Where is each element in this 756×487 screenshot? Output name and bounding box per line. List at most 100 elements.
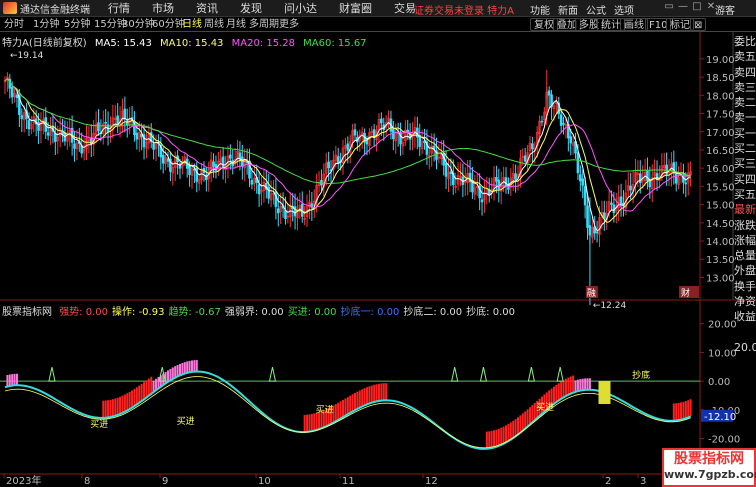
date-label: 9 — [162, 476, 168, 487]
candle-body — [674, 172, 678, 184]
candle-body — [46, 132, 50, 136]
candle-body — [257, 184, 261, 195]
strong-bar — [370, 385, 373, 403]
candle-body — [10, 86, 14, 98]
indicator-tick-label: 0.00 — [708, 377, 730, 388]
strong-bar — [303, 414, 306, 433]
strong-bar — [684, 401, 687, 419]
candle-body — [336, 156, 340, 164]
indicator-name[interactable]: 股票指标网 — [2, 307, 52, 318]
signal-label: 买进 — [177, 416, 195, 427]
strong-bar — [104, 400, 107, 418]
candle-body — [123, 108, 127, 120]
candle-body — [353, 129, 357, 136]
price-tick-label: 15.50 — [706, 182, 735, 193]
sidebar-item-10[interactable]: 买五 — [734, 187, 756, 202]
rising-bar — [588, 378, 591, 390]
rising-bar — [581, 378, 584, 391]
strong-bar — [524, 411, 527, 429]
sidebar-item-4[interactable]: 卖二 — [734, 95, 756, 110]
candle-body — [212, 161, 215, 167]
sidebar-item-19[interactable] — [734, 325, 756, 340]
date-label: 12 — [425, 476, 438, 487]
rising-bar — [15, 373, 18, 386]
low-annotation: ←12.24 — [593, 301, 627, 311]
margin-marker: 融 — [587, 288, 596, 299]
strong-bar — [308, 414, 311, 432]
strong-bar — [680, 402, 683, 420]
strong-bar — [361, 389, 364, 407]
strong-bar — [495, 429, 498, 447]
price-tick-label: 18.00 — [706, 91, 735, 102]
signal-triangle — [556, 366, 564, 382]
candle-body — [569, 136, 573, 144]
strong-bar — [334, 404, 337, 422]
sidebar-item-1[interactable]: 卖五 — [734, 49, 756, 64]
rising-bar — [576, 379, 579, 392]
sidebar-item-17[interactable]: 净资 — [734, 294, 756, 309]
strong-bar — [528, 407, 531, 425]
sidebar-item-18[interactable]: 收益 — [734, 309, 756, 324]
rising-bar — [13, 373, 16, 386]
candle-body — [73, 143, 76, 149]
sidebar-item-5[interactable]: 卖一 — [734, 110, 756, 125]
candle-body — [562, 123, 565, 125]
strong-bar — [497, 428, 500, 446]
indicator-value-5: 抄底一: 0.00 — [340, 307, 400, 318]
sidebar-item-3[interactable]: 卖三 — [734, 80, 756, 95]
price-tick-label: 16.00 — [706, 164, 735, 175]
sidebar-item-14[interactable]: 总量 — [734, 248, 756, 263]
strong-bar — [368, 386, 371, 404]
strong-bar — [346, 397, 349, 415]
strong-bar — [337, 402, 340, 420]
price-tick-label: 13.50 — [706, 255, 735, 266]
strong-bar — [373, 384, 376, 403]
strong-bar — [339, 401, 342, 419]
strong-bar — [509, 422, 512, 440]
candle-body — [581, 178, 585, 186]
candle-body — [619, 196, 623, 205]
strong-bar — [512, 420, 515, 439]
strong-bar — [490, 430, 493, 449]
strong-bar — [517, 417, 520, 435]
signal-triangle — [268, 366, 277, 382]
candle-body — [449, 171, 453, 174]
signal-label: 买进 — [90, 419, 108, 430]
sidebar-item-13[interactable]: 涨幅 — [734, 233, 756, 248]
sidebar-item-6[interactable]: 买一 — [734, 126, 756, 141]
strong-bar — [377, 383, 380, 401]
rising-bar — [584, 378, 587, 390]
report-marker: 财 — [681, 287, 690, 299]
strong-bar — [493, 430, 496, 448]
sidebar-item-12[interactable]: 涨跌 — [734, 218, 756, 233]
sidebar-item-20[interactable]: 20.00 — [734, 340, 756, 355]
candle-body — [152, 143, 155, 150]
strong-bar — [375, 384, 378, 402]
candle-body — [497, 179, 501, 190]
sidebar-item-9[interactable]: 买四 — [734, 172, 756, 187]
candle-body — [365, 139, 369, 145]
rising-bar — [176, 364, 179, 377]
sidebar-item-2[interactable]: 卖四 — [734, 65, 756, 80]
candle-body — [276, 208, 280, 214]
indicator-value-7: 抄底: 0.00 — [466, 307, 515, 318]
sidebar-item-11[interactable]: 最新 — [734, 202, 756, 217]
sidebar-item-0[interactable]: 委比 — [734, 34, 756, 49]
chart-canvas[interactable]: ←19.14←12.24融财 买进 买进买进抄底买进 19.0018.5018.0… — [0, 0, 756, 487]
ma20-value: MA20: 15.28 — [231, 38, 295, 49]
sidebar-item-7[interactable]: 买二 — [734, 141, 756, 156]
strong-bar — [488, 431, 491, 449]
candle-body — [559, 114, 563, 126]
indicator-legend: 股票指标网 强势: 0.00 操作: -0.93 趋势: -0.67 强弱界: 0.0… — [2, 303, 519, 318]
price-tick-label: 14.50 — [706, 219, 735, 230]
date-label: 3 — [640, 476, 646, 487]
sidebar-item-8[interactable]: 买三 — [734, 156, 756, 171]
strong-bar — [682, 401, 685, 420]
sidebar-item-15[interactable]: 外盘 — [734, 263, 756, 278]
stock-name[interactable]: 特力A(日线前复权) — [2, 38, 87, 49]
strong-bar — [310, 413, 313, 432]
price-tick-label: 17.00 — [706, 128, 735, 139]
signal-triangle — [48, 366, 56, 382]
sidebar-item-16[interactable]: 换手 — [734, 279, 756, 294]
date-label: 8 — [84, 476, 90, 487]
